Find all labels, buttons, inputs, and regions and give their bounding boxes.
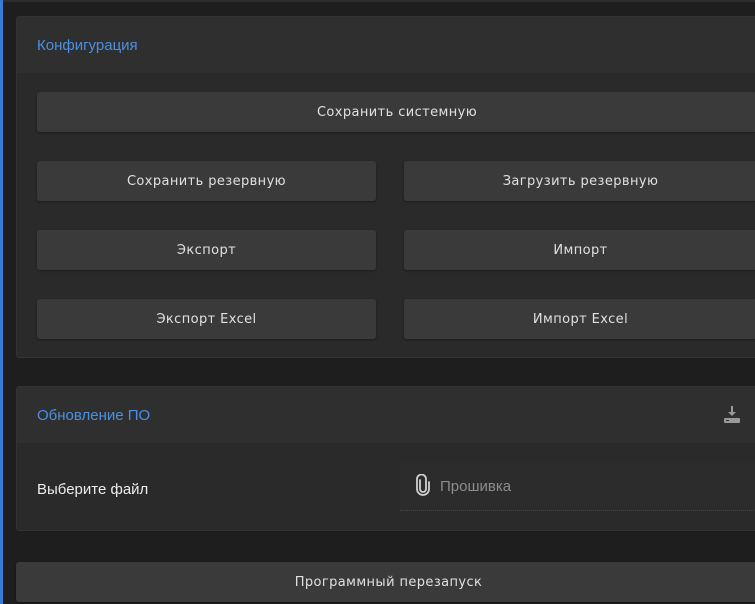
config-card-header: Конфигурация <box>17 17 755 73</box>
config-card: Конфигурация Сохранить системную Сохрани… <box>16 16 755 358</box>
software-restart-button[interactable]: Программный перезапуск <box>16 562 755 602</box>
config-title: Конфигурация <box>37 36 138 54</box>
save-system-button[interactable]: Сохранить системную <box>37 92 755 132</box>
firmware-card-header: Обновление ПО <box>17 387 755 443</box>
firmware-file-input[interactable]: Прошивка <box>400 463 755 511</box>
firmware-card: Обновление ПО Выберите файл Прошивка <box>16 386 755 531</box>
export-button[interactable]: Экспорт <box>37 230 376 270</box>
firmware-title: Обновление ПО <box>37 406 151 424</box>
save-backup-button[interactable]: Сохранить резервную <box>37 161 376 201</box>
window-top-edge <box>0 0 755 2</box>
import-excel-button[interactable]: Импорт Excel <box>404 299 755 339</box>
paperclip-icon <box>416 473 430 500</box>
file-select-label: Выберите файл <box>37 481 149 498</box>
file-placeholder: Прошивка <box>440 478 512 495</box>
window-left-border <box>0 0 3 604</box>
upload-icon[interactable] <box>718 401 746 429</box>
import-button[interactable]: Импорт <box>404 230 755 270</box>
export-excel-button[interactable]: Экспорт Excel <box>37 299 376 339</box>
load-backup-button[interactable]: Загрузить резервную <box>404 161 755 201</box>
